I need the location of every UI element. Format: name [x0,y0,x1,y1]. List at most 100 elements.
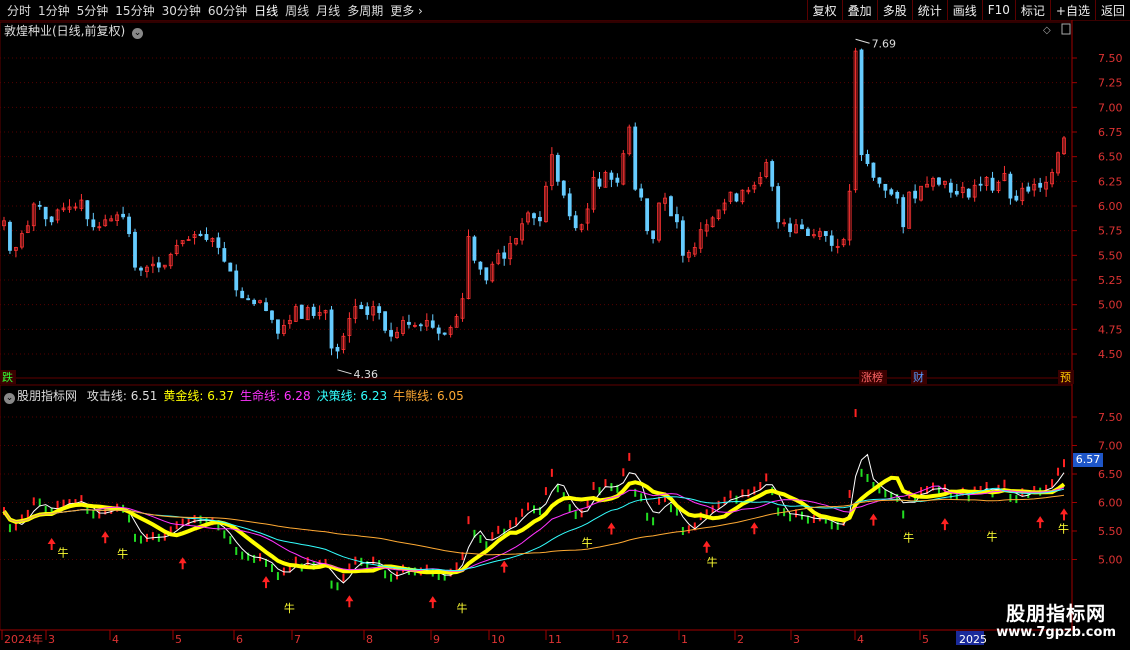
candle-body [1038,182,1043,188]
candle-body [204,234,209,240]
low-pointer [337,369,352,375]
candle-body [478,261,483,270]
candle-body [859,49,864,156]
candle-body [335,346,340,352]
x-tick-label: 5 [922,633,929,646]
indicator-tick-label: 5.00 [1098,554,1123,567]
indicator-line-4 [3,494,1065,556]
candle-body [139,267,143,271]
price-tick-label: 7.25 [1098,77,1123,90]
x-tick-label: 7 [294,633,301,646]
x-tick-label: 4 [857,633,864,646]
candle-body [555,154,560,182]
candle-body [776,186,781,223]
bull-marker: 牛 [903,531,914,545]
candle-body [966,188,971,198]
x-tick-label: 8 [366,633,373,646]
kline-chart[interactable]: 7.694.36跌 涨榜财预牛 牛牛 牛牛牛牛 牛牛 4.504.755.005.255… [0,0,1130,650]
x-tick-label: 12 [615,633,629,646]
watermark-url: www.7gpzb.com [996,624,1116,640]
candle-body [937,177,941,185]
candle-body [1014,195,1019,201]
candle-body [567,193,572,217]
candle-body [913,190,918,199]
indicator-tick-label: 7.50 [1098,411,1123,424]
x-tick-label: 1 [681,633,688,646]
price-tick-label: 5.25 [1098,274,1123,287]
x-tick-label: 3 [793,633,800,646]
candle-body [788,223,792,233]
candle-body [669,196,673,217]
candle-body [299,304,304,319]
candle-body [734,193,739,202]
candle-body [895,191,900,199]
candle-body [680,220,685,256]
candle-body [1008,173,1013,199]
candle-body [418,324,423,327]
candle-body [234,270,239,291]
candle-body [948,182,953,193]
candle-body [889,189,894,195]
price-tick-label: 6.50 [1098,151,1123,164]
candle-body [228,262,233,272]
candle-body [954,191,959,195]
candle-body [222,248,227,262]
candle-body [442,332,447,335]
candle-body [823,231,828,236]
candle-body [633,126,638,190]
candle-body [127,216,131,235]
indicator-tick-label: 7.00 [1098,440,1123,453]
candle-body [609,172,614,180]
candle-body [675,214,679,223]
panel-toggle-icon [1061,23,1071,35]
x-tick-label: 2025 [959,633,987,646]
price-tick-label: 5.00 [1098,299,1123,312]
candle-body [133,231,137,268]
bull-marker: 牛 [707,555,718,569]
candle-body [615,177,620,183]
candle-body [1026,186,1031,192]
bull-marker: 牛 [987,529,998,543]
price-tick-label: 7.00 [1098,101,1123,114]
x-tick-label: 2 [737,633,744,646]
indicator-tick-label: 5.50 [1098,525,1123,538]
candle-body [901,197,906,228]
candle-body [573,215,578,229]
candle-body [978,183,983,186]
event-marker: 财 [913,370,924,384]
candle-body [246,298,251,301]
candle-body [436,327,441,334]
watermark: 股朋指标网 www.7gpzb.com [996,603,1116,641]
price-tick-label: 6.25 [1098,175,1123,188]
candle-body [276,319,280,334]
diamond-icon: ◇ [1043,25,1051,36]
buy-arrow-icon [702,540,711,553]
candle-body [8,221,12,251]
candle-body [484,267,489,281]
high-pointer [855,38,870,44]
x-tick-label: 4 [112,633,119,646]
candle-body [770,161,775,187]
candle-body [383,311,388,331]
candle-body [329,309,334,349]
x-tick-label: 3 [48,633,55,646]
candle-body [37,204,42,207]
candle-body [216,237,221,248]
candle-body [311,306,316,316]
buy-arrow-icon [345,595,354,608]
candle-body [871,162,876,178]
buy-arrow-icon [1060,508,1068,521]
low-label: 4.36 [353,368,378,381]
candle-body [639,188,644,198]
event-marker: 跌 [2,370,13,384]
buy-arrow-icon [1036,516,1045,529]
price-tick-label: 6.75 [1098,126,1123,139]
price-pane-frame [0,21,1073,379]
x-tick-label: 6 [236,633,243,646]
candle-body [538,216,542,222]
candle-body [502,252,507,259]
candle-body [121,213,126,218]
x-tick-label: 2024年 [4,632,43,646]
candle-body [91,219,96,228]
buy-arrow-icon [47,538,56,551]
